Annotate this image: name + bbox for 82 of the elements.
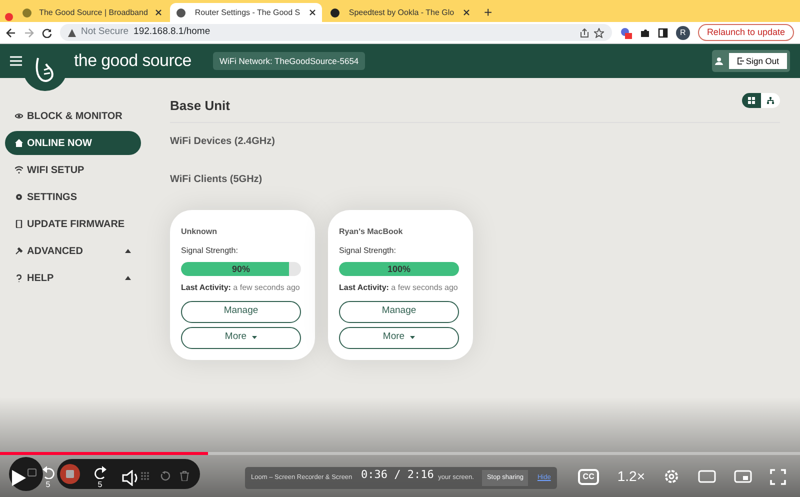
time-display: 0:36 / 2:16 [361, 466, 434, 482]
view-toggle-button[interactable] [761, 93, 780, 108]
browser-tab[interactable]: Speedtest by Ookla - The Glo [324, 3, 476, 22]
close-icon[interactable] [463, 9, 470, 16]
signal-label: Signal Strength: [181, 244, 239, 256]
caret-down-icon [252, 336, 258, 339]
user-icon[interactable] [714, 57, 723, 65]
sidebar-item[interactable]: BLOCK & MONITOR [5, 104, 141, 128]
favicon-icon [176, 8, 186, 18]
sidebar-item[interactable]: ADVANCED [5, 239, 141, 263]
sign-out-icon [736, 57, 744, 65]
security-label: Not Secure [81, 25, 129, 40]
manage-button[interactable]: Manage [181, 300, 301, 322]
eye-icon [15, 112, 23, 120]
menu-icon[interactable] [10, 56, 22, 66]
share-icon[interactable] [580, 28, 589, 38]
fullscreen-icon[interactable] [770, 468, 786, 484]
tab-title: Router Settings - The Good S [194, 6, 302, 18]
wifi-icon [15, 166, 23, 174]
back-icon[interactable] [6, 28, 16, 38]
restart-icon[interactable] [160, 471, 170, 481]
browser-tab[interactable]: The Good Source | Broadband [16, 3, 168, 22]
tab-title: Speedtest by Ookla - The Glo [348, 6, 456, 18]
home-icon [15, 139, 23, 147]
favicon-icon [22, 8, 32, 18]
signal-reading: 100% [386, 262, 412, 276]
warning-icon [68, 28, 76, 36]
close-icon[interactable] [309, 9, 316, 16]
more-button[interactable]: More [339, 326, 459, 348]
favicon-icon [330, 8, 340, 18]
skip-forward-arrow-icon [94, 466, 106, 479]
close-icon[interactable] [155, 9, 162, 16]
section-title: Base Unit [170, 96, 780, 122]
miniplayer-icon[interactable] [734, 470, 752, 483]
settings-icon[interactable] [663, 468, 680, 485]
tab-title: The Good Source | Broadband [38, 6, 149, 18]
manage-button[interactable]: Manage [339, 300, 459, 322]
sitemap-icon [767, 97, 774, 104]
record-icon [4, 12, 14, 22]
play-icon[interactable] [12, 470, 26, 486]
sidebar-item[interactable]: ONLINE NOW [5, 131, 141, 155]
address-bar[interactable]: Not Secure 192.168.8.1/home [60, 24, 612, 41]
view-toggle-button[interactable] [742, 93, 761, 108]
signal-label: Signal Strength: [339, 244, 397, 256]
subsection-title: WiFi Clients (5GHz) [170, 172, 264, 186]
device-name: Unknown [181, 226, 218, 238]
star-icon[interactable] [594, 28, 604, 38]
last-activity: Last Activity: a few seconds ago [339, 282, 458, 294]
sidebar-item[interactable]: SETTINGS [5, 185, 141, 209]
skip-forward-button[interactable]: 5 [92, 466, 108, 489]
new-tab-button[interactable]: + [478, 3, 498, 22]
skip-back-button[interactable]: 5 [40, 466, 56, 489]
sidebar-item[interactable]: UPDATE FIRMWARE [5, 212, 141, 236]
question-icon [15, 274, 23, 282]
captions-button[interactable]: CC [578, 468, 600, 484]
more-button[interactable]: More [181, 326, 301, 348]
subsection-title: WiFi Devices (2.4GHz) [170, 134, 276, 148]
device-name: Ryan's MacBook [339, 226, 404, 238]
playback-speed-button[interactable]: 1.2× [617, 466, 645, 487]
brand-name: the good source [74, 50, 192, 72]
sidebar-item[interactable]: WIFI SETUP [5, 158, 141, 182]
skip-back-arrow-icon [42, 466, 54, 479]
last-activity: Last Activity: a few seconds ago [181, 282, 300, 294]
reload-icon[interactable] [42, 28, 52, 38]
profile-avatar[interactable]: R [676, 26, 690, 40]
side-panel-icon[interactable] [658, 28, 668, 38]
volume-icon[interactable] [122, 470, 140, 486]
theater-mode-icon[interactable] [698, 470, 716, 483]
grid-dots-icon[interactable] [140, 471, 150, 481]
phone-icon [15, 220, 23, 228]
grid-icon [748, 97, 755, 104]
caret-down-icon [410, 336, 416, 339]
relaunch-button[interactable]: Relaunch to update [698, 24, 794, 42]
network-badge: WiFi Network: TheGoodSource-5654 [213, 52, 365, 70]
url-text: 192.168.8.1/home [134, 25, 210, 40]
sidebar-item[interactable]: HELP [5, 266, 141, 290]
trash-icon[interactable] [180, 471, 189, 481]
sign-out-button[interactable]: Sign Out [728, 52, 787, 70]
browser-tab[interactable]: Router Settings - The Good S [170, 3, 322, 22]
signal-reading: 90% [230, 262, 251, 276]
stop-recording-icon[interactable] [60, 464, 80, 484]
extension-badge-icon[interactable] [620, 26, 632, 38]
